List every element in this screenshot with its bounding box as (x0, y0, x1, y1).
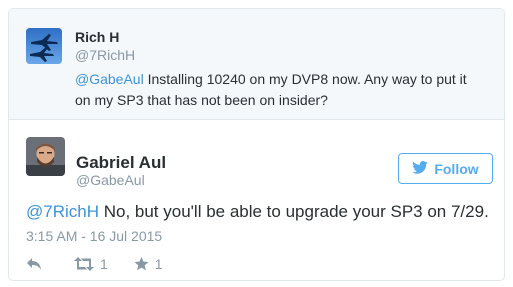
reply-icon (26, 257, 42, 271)
favorite-button[interactable]: 1 (134, 256, 163, 272)
tweet-author-handle[interactable]: @GabeAul (76, 172, 145, 188)
in-reply-to-tweet[interactable]: Rich H @7RichH @GabeAul Installing 10240… (9, 9, 504, 120)
retweet-button[interactable]: 1 (74, 256, 108, 272)
tweet-timestamp[interactable]: 3:15 AM - 16 Jul 2015 (26, 228, 162, 244)
tweet-body: No, but you'll be able to upgrade your S… (99, 202, 489, 221)
retweet-icon (74, 257, 94, 271)
reply-mention-link[interactable]: @GabeAul (75, 71, 144, 87)
avatar-gabriel-aul[interactable] (26, 137, 65, 176)
reply-text-line1: Installing 10240 on my DVP8 now. Any way… (143, 71, 467, 87)
reply-author-handle[interactable]: @7RichH (75, 47, 135, 63)
avatar-rich-h[interactable] (26, 28, 62, 64)
retweet-count: 1 (100, 256, 108, 272)
follow-label: Follow (434, 160, 479, 177)
tweet-author-name[interactable]: Gabriel Aul (76, 153, 166, 173)
reply-text-line2: on my SP3 that has not been on insider? (75, 92, 328, 108)
reply-button[interactable] (26, 257, 42, 271)
tweet-actions: 1 1 (26, 255, 163, 273)
star-icon (134, 257, 149, 271)
embedded-tweet-card: Rich H @7RichH @GabeAul Installing 10240… (8, 8, 505, 281)
tweet-mention-link[interactable]: @7RichH (26, 202, 99, 221)
follow-button[interactable]: Follow (398, 153, 493, 184)
reply-tweet-text: @GabeAul Installing 10240 on my DVP8 now… (75, 69, 480, 111)
main-tweet: Gabriel Aul @GabeAul Follow @7RichH No, … (9, 121, 504, 280)
tweet-text: @7RichH No, but you'll be able to upgrad… (26, 202, 489, 222)
favorite-count: 1 (154, 256, 163, 272)
twitter-bird-icon (412, 160, 429, 177)
reply-author-name[interactable]: Rich H (75, 29, 119, 45)
